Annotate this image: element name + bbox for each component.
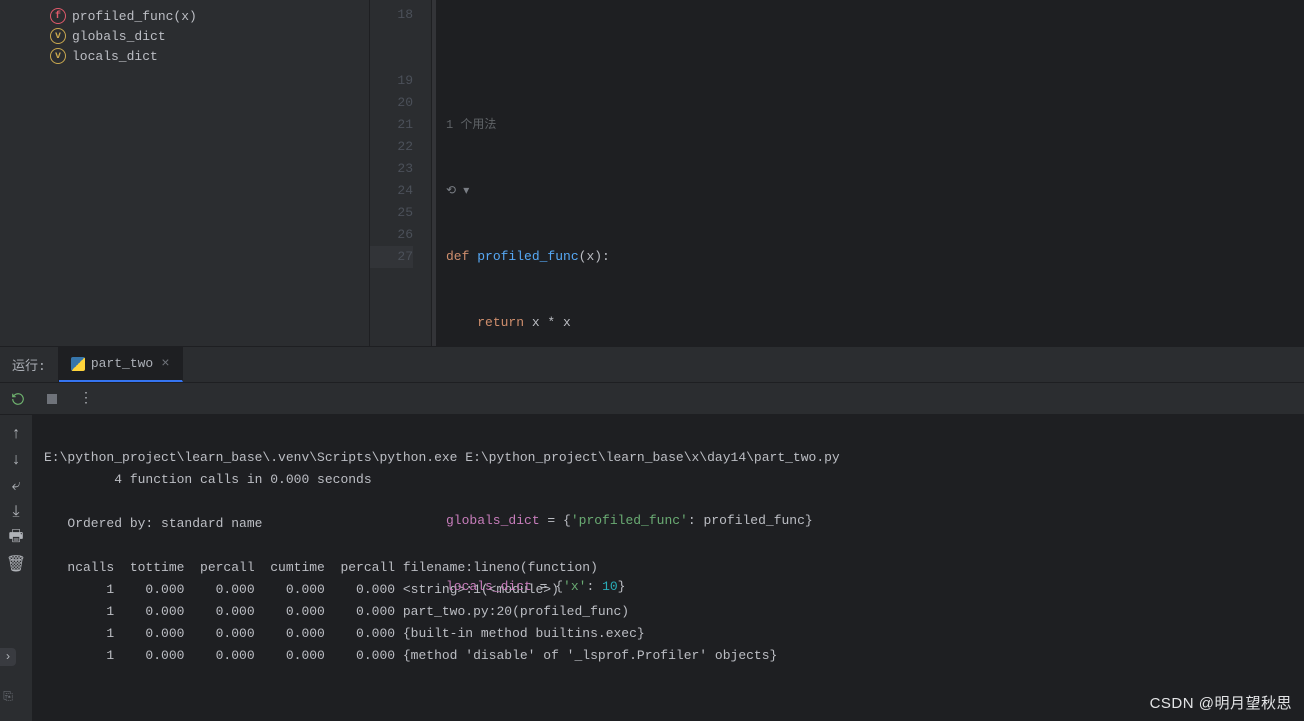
line-number: 19 — [370, 70, 413, 92]
line-gutter: 18 19 20 21 22 23 24 25 26 27 — [370, 0, 432, 346]
up-arrow-icon[interactable]: ↑ — [7, 425, 25, 443]
python-icon — [71, 357, 85, 371]
code-row — [446, 444, 1304, 466]
console-line: 4 function calls in 0.000 seconds — [44, 472, 372, 487]
scroll-to-end-icon[interactable]: ⤓ — [7, 503, 25, 521]
structure-panel: f profiled_func(x) v globals_dict v loca… — [0, 0, 370, 346]
watermark: CSDN @明月望秋思 — [1150, 692, 1292, 713]
python-console-notch[interactable]: ⎘ — [0, 688, 16, 706]
top-panel: f profiled_func(x) v globals_dict v loca… — [0, 0, 1304, 346]
rerun-button[interactable] — [10, 391, 26, 407]
run-sidebar: ↑ ↓ ⤶ ⤓ 🖶 🗑 — [0, 415, 32, 721]
code-row — [446, 378, 1304, 400]
usage-hint[interactable]: 1 个用法 — [446, 114, 1304, 136]
code-row — [446, 48, 1304, 70]
run-tab-file[interactable]: part_two × — [59, 347, 183, 382]
structure-item-globals-dict[interactable]: v globals_dict — [22, 26, 369, 46]
code-row: return x * x — [446, 312, 1304, 334]
close-icon[interactable]: × — [161, 356, 169, 372]
more-button[interactable]: ⋮ — [78, 391, 94, 407]
stop-button[interactable] — [44, 391, 60, 407]
editor-panel[interactable]: 18 19 20 21 22 23 24 25 26 27 1 个用法 ⟲ ▾ … — [370, 0, 1304, 346]
line-number: 26 — [370, 224, 413, 246]
run-tab-file-label: part_two — [91, 356, 153, 371]
variable-icon: v — [50, 48, 66, 64]
run-tab-label[interactable]: 运行: — [0, 347, 59, 382]
code-row: globals_dict = {'profiled_func': profile… — [446, 510, 1304, 532]
print-icon[interactable]: 🖶 — [7, 529, 25, 547]
structure-item-label: locals_dict — [72, 49, 158, 64]
gutter-hint-spacer — [370, 26, 413, 48]
code-area[interactable]: 1 个用法 ⟲ ▾ def profiled_func(x): return x… — [432, 0, 1304, 346]
line-number: 27 — [370, 246, 413, 268]
run-label: 运行: — [12, 355, 46, 374]
gutter-hint-spacer — [370, 48, 413, 70]
structure-item-profiled-func[interactable]: f profiled_func(x) — [22, 6, 369, 26]
line-number: 21 — [370, 114, 413, 136]
console-line: Ordered by: standard name — [44, 516, 262, 531]
structure-item-locals-dict[interactable]: v locals_dict — [22, 46, 369, 66]
line-number: 24 — [370, 180, 413, 202]
soft-wrap-icon[interactable]: ⤶ — [7, 477, 25, 495]
down-arrow-icon[interactable]: ↓ — [7, 451, 25, 469]
structure-item-label: globals_dict — [72, 29, 166, 44]
code-row: locals_dict = {'x': 10} — [446, 576, 1304, 598]
app-root: f profiled_func(x) v globals_dict v loca… — [0, 0, 1304, 721]
line-number: 22 — [370, 136, 413, 158]
function-icon: f — [50, 8, 66, 24]
line-number: 20 — [370, 92, 413, 114]
collapsed-tool-notch[interactable]: › — [0, 648, 16, 666]
line-number: 25 — [370, 202, 413, 224]
line-number: 18 — [370, 4, 413, 26]
line-number: 23 — [370, 158, 413, 180]
code-row: def profiled_func(x): — [446, 246, 1304, 268]
trash-icon[interactable]: 🗑 — [7, 555, 25, 573]
variable-icon: v — [50, 28, 66, 44]
inlay-icons[interactable]: ⟲ ▾ — [446, 180, 1304, 202]
code-row — [446, 642, 1304, 664]
structure-item-label: profiled_func(x) — [72, 9, 197, 24]
